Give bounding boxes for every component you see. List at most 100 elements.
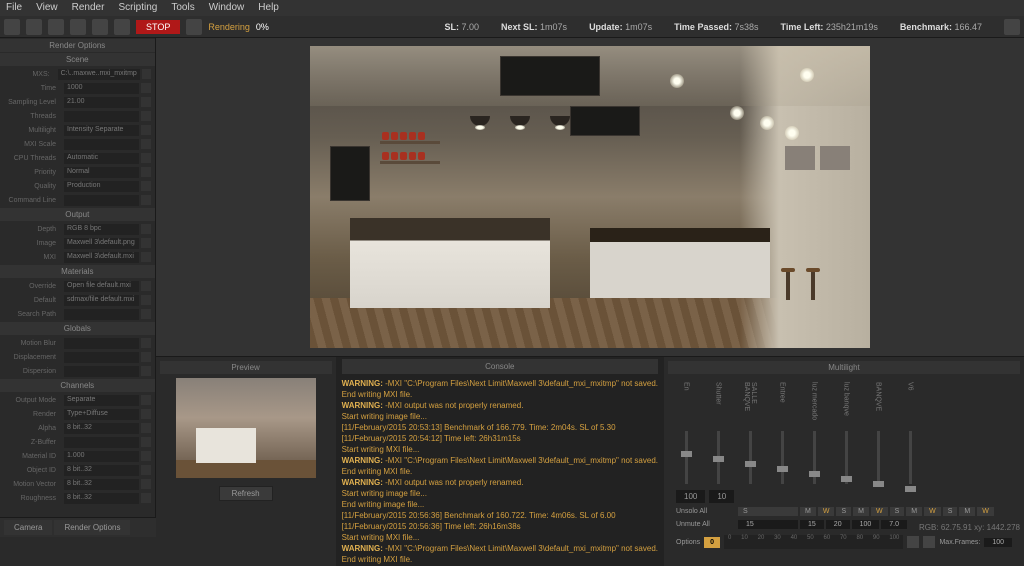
row-toggle[interactable] [141, 451, 151, 461]
tool-icon[interactable] [186, 19, 202, 35]
smw-button[interactable]: M [906, 507, 922, 516]
preview-thumbnail[interactable] [176, 378, 316, 478]
refresh-button[interactable]: Refresh [219, 486, 273, 501]
light-slider[interactable]: Entree [772, 382, 792, 484]
tool-icon[interactable] [114, 19, 130, 35]
light-slider[interactable]: En [676, 382, 696, 484]
play-icon[interactable] [923, 536, 935, 548]
smw-button[interactable]: S [836, 507, 851, 516]
slider-thumb[interactable] [713, 456, 724, 462]
ml-value[interactable]: 10 [709, 490, 734, 503]
console-panel[interactable]: Console WARNING: -MXI "C:\Program Files\… [336, 357, 664, 566]
slider-thumb[interactable] [681, 451, 692, 457]
options-label[interactable]: Options [676, 539, 700, 546]
smw-button[interactable]: M [959, 507, 975, 516]
row-toggle[interactable] [141, 437, 151, 447]
row-toggle[interactable] [141, 465, 151, 475]
smw-button[interactable]: M [800, 507, 816, 516]
row-toggle[interactable] [141, 111, 151, 121]
row-input[interactable] [64, 309, 139, 320]
row-input[interactable]: Open file default.mxi [64, 281, 139, 292]
menu-tools[interactable]: Tools [171, 2, 194, 14]
light-value[interactable]: 100 [852, 520, 880, 529]
prev-frame-icon[interactable] [907, 536, 919, 548]
row-input[interactable] [64, 139, 139, 150]
row-input[interactable]: Maxwell 3\default.png [64, 238, 139, 249]
slider-thumb[interactable] [905, 486, 916, 492]
row-toggle[interactable] [141, 479, 151, 489]
light-value[interactable]: 15 [738, 520, 798, 529]
tool-icon[interactable] [48, 19, 64, 35]
row-input[interactable] [64, 111, 139, 122]
timeline[interactable]: 0102030405060708090100 [724, 535, 903, 549]
tool-icon[interactable] [26, 19, 42, 35]
row-toggle[interactable] [141, 281, 151, 291]
slider-thumb[interactable] [777, 466, 788, 472]
smw-button[interactable]: S [890, 507, 905, 516]
tool-icon[interactable] [92, 19, 108, 35]
row-input[interactable]: 8 bit..32 [64, 493, 139, 504]
row-toggle[interactable] [141, 153, 151, 163]
row-input[interactable]: 21.00 [64, 97, 139, 108]
row-toggle[interactable] [141, 252, 151, 262]
menu-file[interactable]: File [6, 2, 22, 14]
options-value[interactable]: 0 [704, 537, 720, 548]
slider-thumb[interactable] [809, 471, 820, 477]
light-value[interactable]: 7.0 [881, 520, 907, 529]
smw-button[interactable]: W [924, 507, 941, 516]
row-toggle[interactable] [141, 338, 151, 348]
row-toggle[interactable] [141, 224, 151, 234]
tab-render-options[interactable]: Render Options [54, 520, 130, 535]
row-input[interactable]: 1000 [64, 83, 139, 94]
row-toggle[interactable] [141, 125, 151, 135]
row-toggle[interactable] [141, 295, 151, 305]
menu-render[interactable]: Render [72, 2, 105, 14]
row-toggle[interactable] [141, 83, 151, 93]
row-input[interactable] [64, 338, 139, 349]
menu-window[interactable]: Window [209, 2, 245, 14]
smw-button[interactable]: S [738, 507, 798, 516]
light-value[interactable]: 15 [800, 520, 824, 529]
row-input[interactable]: Automatic [64, 153, 139, 164]
row-toggle[interactable] [141, 409, 151, 419]
smw-button[interactable]: W [818, 507, 835, 516]
row-input[interactable]: 8 bit..32 [64, 423, 139, 434]
row-input[interactable] [64, 195, 139, 206]
light-slider[interactable]: luz mercado [804, 382, 824, 484]
row-toggle[interactable] [141, 366, 151, 376]
row-input[interactable] [64, 366, 139, 377]
row-input[interactable] [64, 437, 139, 448]
tool-icon[interactable] [70, 19, 86, 35]
row-toggle[interactable] [142, 69, 151, 79]
smw-button[interactable]: W [977, 507, 994, 516]
row-input[interactable]: 1.000 [64, 451, 139, 462]
light-slider[interactable]: BANQVE [868, 382, 888, 484]
row-toggle[interactable] [141, 309, 151, 319]
tab-camera[interactable]: Camera [4, 520, 52, 535]
row-toggle[interactable] [141, 139, 151, 149]
row-toggle[interactable] [141, 181, 151, 191]
row-input[interactable]: Maxwell 3\default.mxi [64, 252, 139, 263]
smw-button[interactable]: W [871, 507, 888, 516]
slider-thumb[interactable] [841, 476, 852, 482]
light-value[interactable]: 20 [826, 520, 850, 529]
row-input[interactable] [64, 352, 139, 363]
row-input[interactable]: Normal [64, 167, 139, 178]
slider-thumb[interactable] [745, 461, 756, 467]
row-input[interactable]: 8 bit..32 [64, 479, 139, 490]
menu-scripting[interactable]: Scripting [118, 2, 157, 14]
row-input[interactable]: Type+Diffuse [64, 409, 139, 420]
stop-button[interactable]: STOP [136, 20, 180, 34]
row-toggle[interactable] [141, 238, 151, 248]
row-toggle[interactable] [141, 167, 151, 177]
ml-value[interactable]: 100 [676, 490, 705, 503]
row-input[interactable]: Separate [64, 395, 139, 406]
tool-icon[interactable] [4, 19, 20, 35]
light-slider[interactable]: SALLE BANQVE [740, 382, 760, 484]
render-viewport[interactable] [156, 38, 1024, 356]
row-toggle[interactable] [141, 352, 151, 362]
menu-view[interactable]: View [36, 2, 58, 14]
row-toggle[interactable] [141, 423, 151, 433]
slider-thumb[interactable] [873, 481, 884, 487]
maxframes-value[interactable]: 100 [984, 538, 1012, 547]
